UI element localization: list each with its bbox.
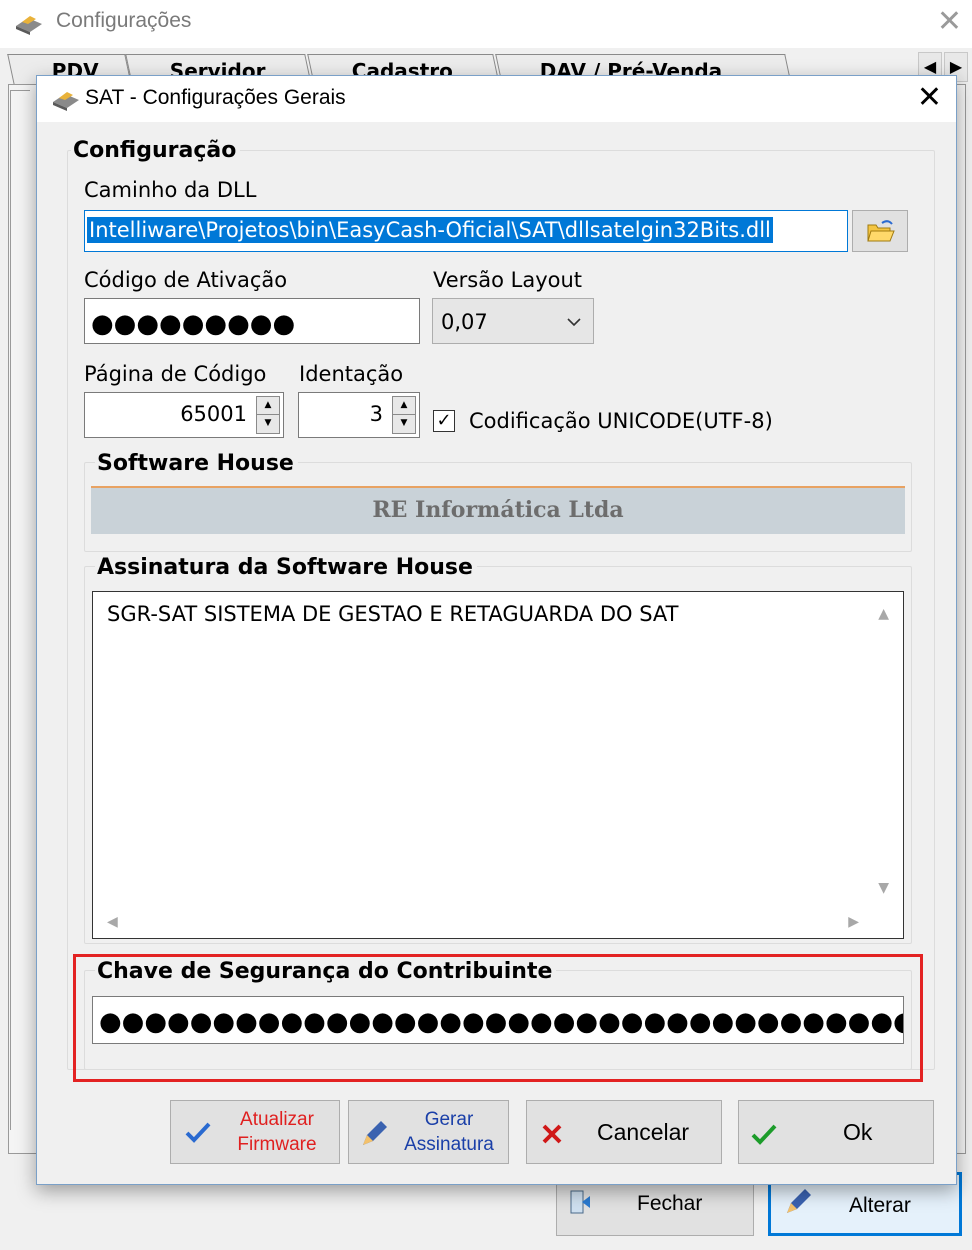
code-page-value: 65001 — [180, 402, 247, 426]
cancel-button[interactable]: Cancelar — [526, 1100, 722, 1164]
ok-button[interactable]: Ok — [738, 1100, 934, 1164]
software-house-legend: Software House — [95, 451, 298, 476]
pen-icon — [363, 1121, 387, 1145]
dll-path-label: Caminho da DLL — [84, 178, 257, 202]
open-folder-icon — [867, 220, 895, 242]
unicode-checkbox-label: Codificação UNICODE(UTF-8) — [469, 409, 773, 433]
signature-textarea[interactable]: SGR-SAT SISTEMA DE GESTAO E RETAGUARDA D… — [92, 591, 904, 939]
dialog-title: SAT - Configurações Gerais — [85, 86, 346, 109]
indentation-updown[interactable]: ▲ ▼ — [392, 396, 416, 434]
layout-version-select[interactable]: 0,07 — [432, 298, 594, 344]
parent-window-title: Configurações — [56, 9, 192, 32]
parent-inner-frame — [10, 90, 30, 1130]
generate-signature-label: Gerar Assinatura — [404, 1109, 494, 1155]
security-key-input[interactable]: ●●●●●●●●●●●●●●●●●●●●●●●●●●●●●●●●●●●● — [92, 996, 904, 1044]
dialog-close-button[interactable]: ✕ — [917, 80, 942, 115]
activation-code-input[interactable]: ●●●●●●●●● — [84, 298, 420, 344]
update-firmware-button[interactable]: Atualizar Firmware — [170, 1100, 340, 1164]
scroll-down-icon[interactable]: ▼ — [878, 880, 889, 896]
parent-titlebar: Configurações ✕ — [0, 0, 972, 48]
code-page-label: Página de Código — [84, 362, 267, 386]
scroll-right-icon[interactable]: ▶ — [848, 914, 859, 930]
code-page-updown[interactable]: ▲ ▼ — [256, 396, 280, 434]
scroll-up-icon[interactable]: ▲ — [878, 606, 889, 622]
unicode-checkbox[interactable]: ✓ — [433, 410, 455, 432]
pencil-icon — [787, 1189, 811, 1213]
chevron-down-icon — [567, 318, 581, 327]
layout-version-value: 0,07 — [441, 310, 488, 334]
checkmark-icon — [185, 1122, 211, 1143]
indentation-label: Identação — [299, 362, 404, 386]
activation-code-label: Código de Ativação — [84, 268, 288, 292]
layout-version-label: Versão Layout — [433, 268, 583, 292]
browse-dll-button[interactable] — [852, 210, 908, 252]
x-icon — [542, 1124, 562, 1144]
sat-config-dialog: SAT - Configurações Gerais ✕ Configuraçã… — [36, 75, 957, 1185]
printer-icon — [16, 16, 42, 35]
code-page-spinner[interactable]: 65001 ▲ ▼ — [84, 392, 284, 438]
activation-code-masked: ●●●●●●●●● — [91, 309, 296, 339]
security-key-masked: ●●●●●●●●●●●●●●●●●●●●●●●●●●●●●●●●●●●● — [99, 1007, 904, 1037]
update-firmware-label: Atualizar Firmware — [237, 1109, 317, 1155]
indentation-spinner[interactable]: 3 ▲ ▼ — [298, 392, 420, 438]
exit-icon — [570, 1190, 590, 1214]
security-key-legend: Chave de Segurança do Contribuinte — [95, 959, 557, 984]
config-legend: Configuração — [71, 138, 241, 163]
edit-button-label: Alterar — [849, 1194, 911, 1217]
generate-signature-button[interactable]: Gerar Assinatura — [348, 1100, 509, 1164]
parent-close-button[interactable]: ✕ — [937, 4, 962, 39]
dialog-titlebar: SAT - Configurações Gerais ✕ — [37, 76, 956, 122]
dll-path-value: Intelliware\Projetos\bin\EasyCash-Oficia… — [87, 217, 773, 243]
printer-icon — [53, 92, 79, 111]
checkmark-icon — [751, 1124, 777, 1145]
dll-path-input[interactable]: Intelliware\Projetos\bin\EasyCash-Oficia… — [84, 210, 848, 252]
signature-text: SGR-SAT SISTEMA DE GESTAO E RETAGUARDA D… — [107, 602, 679, 626]
signature-legend: Assinatura da Software House — [95, 555, 477, 580]
software-house-name: RE Informática Ltda — [91, 486, 905, 534]
scroll-left-icon[interactable]: ◀ — [107, 914, 118, 930]
ok-button-label: Ok — [843, 1119, 873, 1145]
cancel-button-label: Cancelar — [597, 1119, 690, 1145]
indentation-value: 3 — [369, 402, 383, 426]
close-button-label: Fechar — [637, 1192, 703, 1215]
